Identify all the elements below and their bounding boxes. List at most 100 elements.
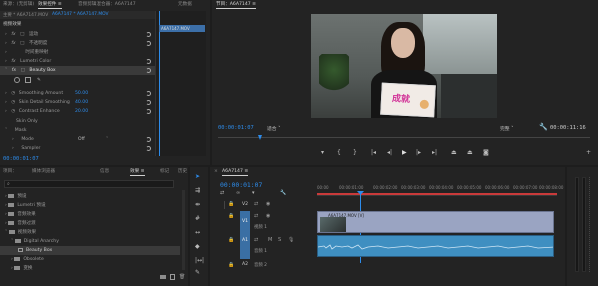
effect-lumetri[interactable]: › fx Lumetri Color: [0, 57, 155, 66]
tab-source[interactable]: 来源：(无剪辑): [3, 1, 34, 9]
slip-icon[interactable]: |↔|: [195, 257, 204, 264]
tab-metadata[interactable]: 元数据: [178, 1, 192, 9]
tab-audio-mixer[interactable]: 音频剪辑混合器：A6A7147: [78, 1, 136, 9]
camera-icon[interactable]: ◙: [483, 149, 489, 156]
rolling-edit-icon[interactable]: #: [195, 215, 200, 222]
effect-beauty-box[interactable]: ˅ fx □ Beauty Box: [0, 66, 155, 75]
fx-icon[interactable]: fx: [11, 32, 15, 37]
tab-program[interactable]: 节目：A6A7147 ≡: [216, 1, 256, 9]
effect-opacity[interactable]: › fx □ 不透明度: [0, 39, 155, 48]
go-to-in-icon[interactable]: |◂: [371, 149, 376, 156]
program-scrubber[interactable]: [218, 135, 590, 141]
reset-icon[interactable]: [146, 146, 151, 151]
ellipse-mask-icon[interactable]: [14, 76, 20, 83]
chevron-down-icon[interactable]: ˅: [5, 68, 7, 73]
program-timecode[interactable]: 00:00:01:07: [218, 125, 254, 131]
chevron-right-icon[interactable]: ›: [5, 194, 7, 199]
chevron-right-icon[interactable]: ›: [5, 91, 7, 96]
work-area-bar[interactable]: [317, 193, 557, 195]
chevron-right-icon[interactable]: ›: [11, 257, 13, 262]
chevron-right-icon[interactable]: ›: [5, 109, 7, 114]
chevron-down-icon[interactable]: ˅: [5, 230, 7, 235]
pen-mask-icon[interactable]: ✎: [37, 76, 41, 85]
reset-icon[interactable]: [146, 68, 151, 73]
reset-icon[interactable]: [146, 59, 151, 64]
chevron-right-icon[interactable]: ›: [5, 100, 7, 105]
timeline-ruler[interactable]: 00:00 00:00:01:00 00:00:02:00 00:00:03:0…: [317, 185, 563, 196]
effects-scrollbar[interactable]: [182, 190, 185, 270]
lock-icon[interactable]: 🔒: [228, 237, 234, 243]
chevron-down-icon[interactable]: ˅: [5, 128, 7, 133]
reset-icon[interactable]: [146, 91, 151, 96]
fx-icon[interactable]: fx: [11, 59, 15, 64]
effect-motion[interactable]: › fx □ 运动: [0, 30, 155, 39]
razor-icon[interactable]: ◆: [195, 243, 200, 250]
sequence-clip-label[interactable]: A6A7147 * A6A7147.MOV: [52, 12, 109, 17]
mute-button[interactable]: M: [268, 237, 272, 243]
eye-icon[interactable]: ◉: [266, 213, 270, 219]
add-marker-icon[interactable]: ▾: [321, 149, 324, 156]
contrast-value[interactable]: 20.00: [75, 107, 88, 116]
lock-icon[interactable]: 🔒: [228, 201, 234, 207]
add-button-icon[interactable]: +: [586, 149, 591, 156]
sync-icon[interactable]: ⇄: [254, 213, 258, 219]
list-item[interactable]: › 预设: [0, 192, 180, 201]
lock-icon[interactable]: 🔒: [228, 213, 234, 219]
effect-mini-timeline[interactable]: A6A7147.MOV: [155, 11, 206, 156]
trash-icon[interactable]: 🗑: [179, 274, 185, 280]
stopwatch-icon[interactable]: ◷: [11, 91, 15, 96]
list-item[interactable]: ˅ Digital Anarchy: [0, 237, 180, 246]
tab-sequence[interactable]: A6A7147 ≡: [222, 168, 249, 176]
list-item[interactable]: › Obsolete: [0, 255, 180, 264]
chevron-right-icon[interactable]: ›: [5, 32, 7, 37]
tab-effect-controls[interactable]: 效果控件 ≡: [38, 1, 62, 9]
track-select-icon[interactable]: ⇶: [195, 187, 200, 194]
tab-info[interactable]: 信息: [100, 168, 109, 176]
fx-icon[interactable]: fx: [11, 41, 15, 46]
go-to-out-icon[interactable]: ▸|: [432, 149, 437, 156]
quality-dropdown[interactable]: 完整 ˅: [500, 125, 524, 132]
extract-icon[interactable]: ⏏: [467, 149, 473, 156]
mode-dropdown[interactable]: Off: [78, 135, 85, 144]
eye-icon[interactable]: ◉: [266, 201, 270, 207]
pen-tool-icon[interactable]: ✎: [195, 269, 200, 276]
audio-clip[interactable]: [317, 235, 554, 257]
lock-icon[interactable]: 🔒: [228, 262, 234, 268]
mini-playhead[interactable]: [159, 11, 160, 156]
program-playhead[interactable]: [258, 135, 262, 140]
selection-tool-icon[interactable]: ➤: [195, 173, 200, 180]
master-clip-label[interactable]: 主要 * A6A7147.MOV: [3, 12, 48, 18]
mic-icon[interactable]: 🎙: [288, 237, 294, 243]
step-back-icon[interactable]: ◂|: [387, 149, 392, 156]
list-item[interactable]: ˅ 视频效果: [0, 228, 180, 237]
tab-markers[interactable]: 标记: [160, 168, 169, 176]
sync-icon[interactable]: ⇄: [254, 201, 258, 207]
fit-dropdown[interactable]: 适合 ˅: [267, 125, 291, 132]
fx-icon[interactable]: fx: [12, 68, 16, 73]
tab-history[interactable]: 历史: [178, 168, 187, 176]
chevron-right-icon[interactable]: ›: [5, 59, 7, 64]
program-video-frame[interactable]: 成就: [311, 14, 497, 118]
snap-icon[interactable]: ⇄: [220, 190, 224, 196]
list-item[interactable]: › 变换: [0, 264, 180, 273]
linked-selection-icon[interactable]: ∞: [236, 190, 240, 196]
list-item[interactable]: › 音频过渡: [0, 219, 180, 228]
video-clip[interactable]: A6A7147.MOV [V]: [317, 211, 554, 233]
reset-icon[interactable]: [146, 32, 151, 37]
chevron-right-icon[interactable]: ›: [5, 221, 7, 226]
tab-effects[interactable]: 效果 ≡: [130, 168, 145, 176]
chevron-right-icon[interactable]: ›: [12, 146, 14, 151]
tab-timeline-close[interactable]: ×: [214, 168, 218, 176]
chevron-right-icon[interactable]: ›: [11, 266, 13, 271]
new-bin-icon[interactable]: [160, 275, 166, 279]
mark-in-icon[interactable]: {: [337, 149, 341, 156]
list-item[interactable]: › 音频效果: [0, 210, 180, 219]
lift-icon[interactable]: ⏏: [451, 149, 457, 156]
sync-icon[interactable]: ⇄: [254, 237, 258, 243]
rate-stretch-icon[interactable]: ↔: [195, 229, 200, 236]
track-source-patch[interactable]: [224, 201, 225, 209]
effect-timecode[interactable]: 00:00:01:07: [3, 156, 39, 162]
chevron-right-icon[interactable]: ›: [5, 203, 7, 208]
reset-icon[interactable]: [146, 137, 151, 142]
effects-search-input[interactable]: ⌕: [4, 180, 174, 188]
